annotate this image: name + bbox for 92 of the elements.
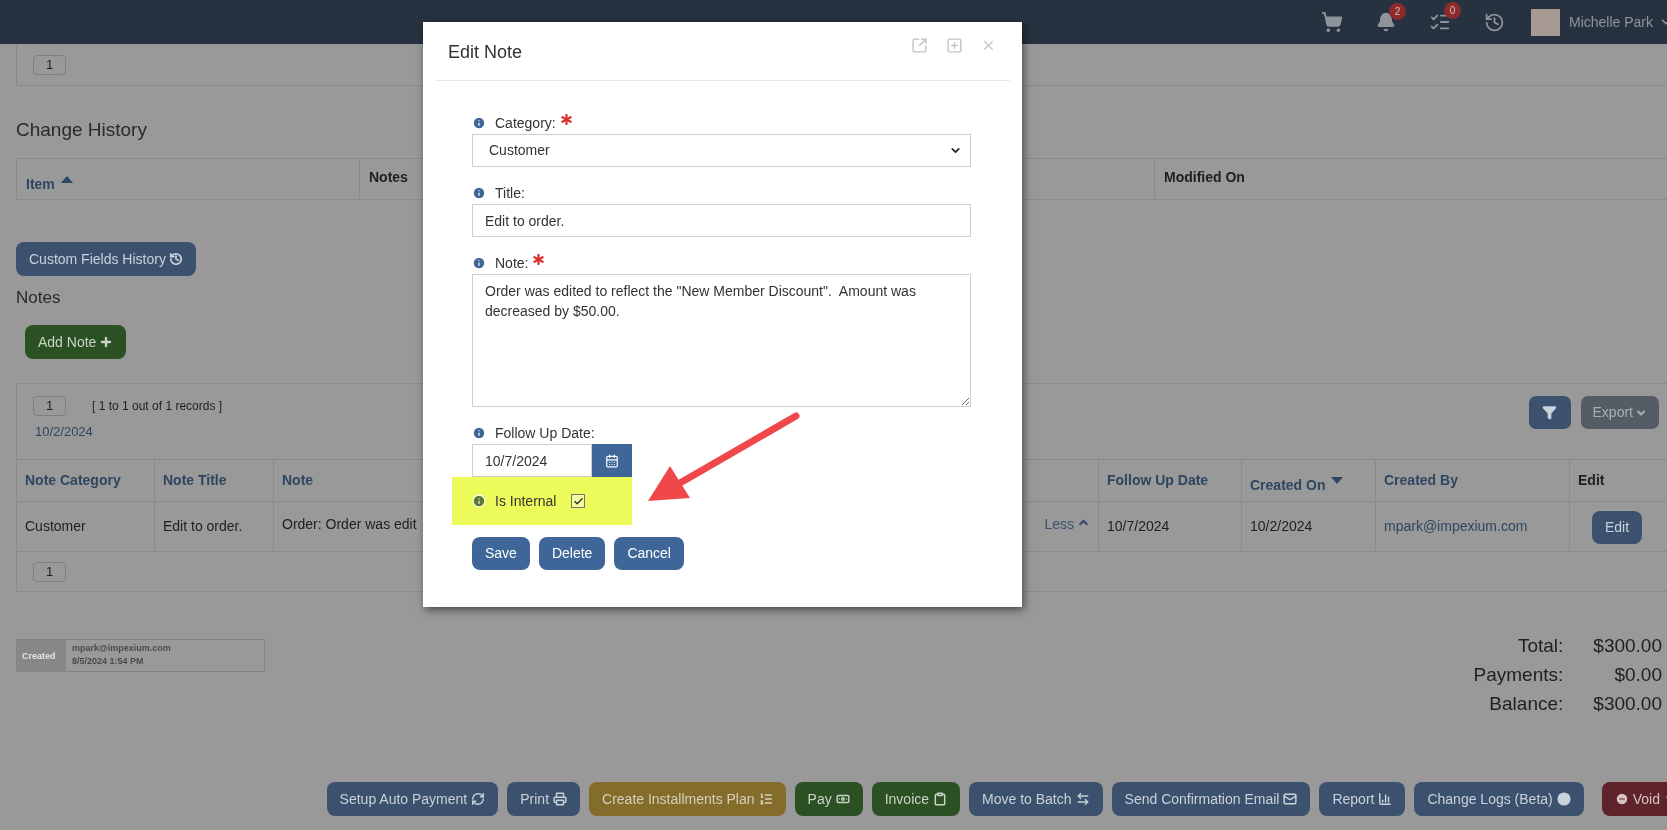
task-badge: 0 — [1443, 2, 1461, 19]
section-title: Change History — [16, 118, 147, 142]
table-cell-text: Order: Order was edit — [282, 515, 417, 534]
filter-button[interactable] — [1528, 396, 1571, 429]
export-button[interactable]: Export — [1580, 396, 1659, 429]
circle-icon — [1556, 792, 1571, 806]
minus-circle-icon — [1614, 792, 1629, 806]
notifications-icon[interactable] — [1375, 12, 1396, 32]
notification-badge: 2 — [1388, 3, 1406, 20]
date-field[interactable]: 10/7/2024 — [472, 444, 592, 477]
column-header[interactable]: Item — [26, 173, 55, 195]
required-asterisk-icon — [560, 113, 572, 125]
is-internal-checkbox[interactable] — [571, 494, 586, 508]
field-label: Title: — [495, 183, 525, 203]
custom-fields-history-button[interactable]: Custom Fields History — [16, 242, 196, 276]
total-label: Balance: — [1488, 692, 1564, 716]
dialog-button[interactable]: Cancel — [614, 537, 684, 570]
total-value: $300.00 — [1593, 692, 1662, 716]
field-label: Category: — [495, 113, 556, 133]
table-cell: 10/7/2024 — [1107, 518, 1170, 534]
table-cell: 10/2/2024 — [1250, 518, 1313, 534]
dialog-button[interactable]: Save — [472, 537, 530, 570]
page-number[interactable]: 1 — [33, 54, 66, 75]
column-header[interactable]: Created On — [1250, 475, 1326, 496]
info-icon[interactable] — [472, 256, 486, 270]
total-value: $0.00 — [1613, 663, 1662, 687]
page-number[interactable]: 1 — [33, 396, 66, 416]
dialog-button[interactable]: Delete — [538, 537, 606, 570]
action-button[interactable]: Move to Batch — [969, 782, 1103, 816]
action-button[interactable]: Void — [1601, 782, 1667, 816]
action-button[interactable]: Setup Auto Payment — [326, 782, 499, 816]
page-number[interactable]: 1 — [33, 561, 66, 582]
check-icon — [573, 495, 584, 507]
user-name[interactable]: Michelle Park — [1568, 11, 1653, 33]
field-label: Is Internal — [495, 491, 557, 511]
column-header: Notes — [369, 167, 408, 187]
action-button[interactable]: Pay — [794, 782, 863, 816]
created-by: mpark@impexium.com — [72, 642, 171, 655]
table-cell: Customer — [25, 518, 86, 534]
field-label: Note: — [495, 253, 529, 273]
column-header[interactable]: Created By — [1384, 470, 1458, 491]
title-field[interactable]: Edit to order. — [472, 204, 971, 237]
total-value: $300.00 — [1593, 634, 1662, 658]
column-header[interactable]: Note — [282, 470, 314, 491]
mail-icon — [1283, 792, 1298, 806]
history-icon[interactable] — [1483, 11, 1505, 33]
column-header: Edit — [1578, 471, 1605, 490]
action-button[interactable]: Invoice — [871, 782, 961, 816]
column-header: Modified On — [1164, 167, 1245, 187]
created-date: 8/5/2024 1:54 PM — [72, 655, 145, 668]
filter-icon — [1542, 405, 1558, 420]
column-header[interactable]: Note Category — [25, 470, 121, 491]
column-header[interactable]: Follow Up Date — [1107, 470, 1209, 491]
calendar-icon — [605, 453, 619, 468]
total-label: Total: — [1516, 634, 1564, 658]
edit-button[interactable]: Edit — [1592, 511, 1643, 544]
bar-chart-icon — [1378, 792, 1393, 806]
action-button[interactable]: Print — [507, 782, 581, 816]
history-icon — [168, 252, 183, 266]
action-button[interactable]: Change Logs (Beta) — [1414, 782, 1584, 816]
total-label: Payments: — [1473, 663, 1564, 687]
table-cell: Edit to order. — [163, 518, 243, 534]
printer-icon — [553, 792, 568, 806]
required-asterisk-icon — [533, 253, 545, 265]
list-icon — [758, 792, 773, 806]
info-icon[interactable] — [472, 116, 486, 130]
column-header[interactable]: Note Title — [163, 470, 227, 491]
avatar-photo-placeholder — [1530, 8, 1560, 36]
section-title: Notes — [16, 287, 61, 309]
info-icon[interactable] — [472, 494, 486, 508]
action-button[interactable]: Send Confirmation Email — [1111, 782, 1311, 816]
calendar-button[interactable] — [592, 444, 632, 477]
created-label: Created — [22, 651, 56, 661]
field-label: Follow Up Date: — [495, 423, 595, 443]
action-button[interactable]: Report — [1319, 782, 1406, 816]
note-field[interactable]: Order was edited to reflect the "New Member Discount". Amount was decreased by $50.00. — [472, 274, 971, 407]
dialog-title: Edit Note — [448, 40, 523, 64]
banknote-icon — [835, 792, 850, 806]
add-note-button[interactable]: Add Note — [25, 325, 127, 359]
email-link[interactable]: mpark@impexium.com — [1384, 518, 1528, 534]
records-summary: [ 1 to 1 out of 1 records ] — [92, 398, 223, 415]
plus-icon — [99, 335, 114, 349]
cart-icon[interactable] — [1320, 11, 1343, 33]
arrows-icon — [1075, 792, 1090, 806]
info-icon[interactable] — [472, 426, 486, 440]
category-select[interactable]: Customer — [472, 134, 971, 167]
clipboard-icon — [933, 792, 948, 806]
info-icon[interactable] — [472, 186, 486, 200]
refresh-icon — [471, 792, 486, 806]
less-link[interactable]: Less — [1044, 514, 1090, 532]
action-button[interactable]: Create Installments Plan — [589, 782, 786, 816]
date-text: 10/2/2024 — [35, 423, 94, 441]
